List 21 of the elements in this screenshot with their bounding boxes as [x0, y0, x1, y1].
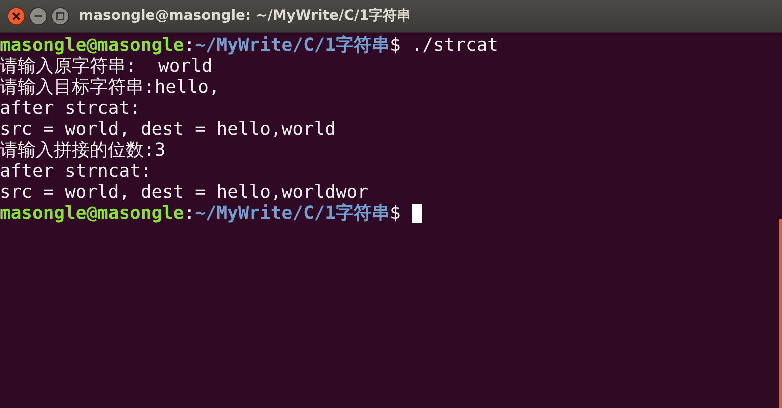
prompt-path: ~/MyWrite/C/1字符串 [195, 35, 390, 56]
maximize-icon[interactable] [51, 6, 70, 26]
output-line: after strncat: [0, 161, 152, 182]
minimize-icon[interactable] [29, 6, 48, 26]
window-title: masongle@masongle: ~/MyWrite/C/1字符串 [78, 7, 412, 25]
command-text: ./strcat [412, 35, 499, 56]
prompt-user: masongle@masongle [0, 203, 184, 224]
output-line: src = world, dest = hello,worldwor [0, 182, 368, 203]
output-line: 请输入拼接的位数:3 [0, 140, 166, 161]
prompt-dollar: $ [390, 35, 401, 56]
prompt-colon: : [184, 203, 196, 224]
prompt-user: masongle@masongle [0, 35, 184, 56]
prompt-dollar: $ [390, 203, 401, 224]
output-line: 请输入原字符串: world [0, 56, 213, 77]
close-icon[interactable] [7, 6, 26, 26]
prompt-colon: : [184, 35, 196, 56]
scrollbar[interactable] [779, 219, 782, 408]
output-line: 请输入目标字符串:hello, [0, 77, 220, 98]
prompt-path: ~/MyWrite/C/1字符串 [195, 203, 390, 224]
output-line: src = world, dest = hello,world [0, 119, 336, 140]
output-line: after strcat: [0, 98, 141, 119]
